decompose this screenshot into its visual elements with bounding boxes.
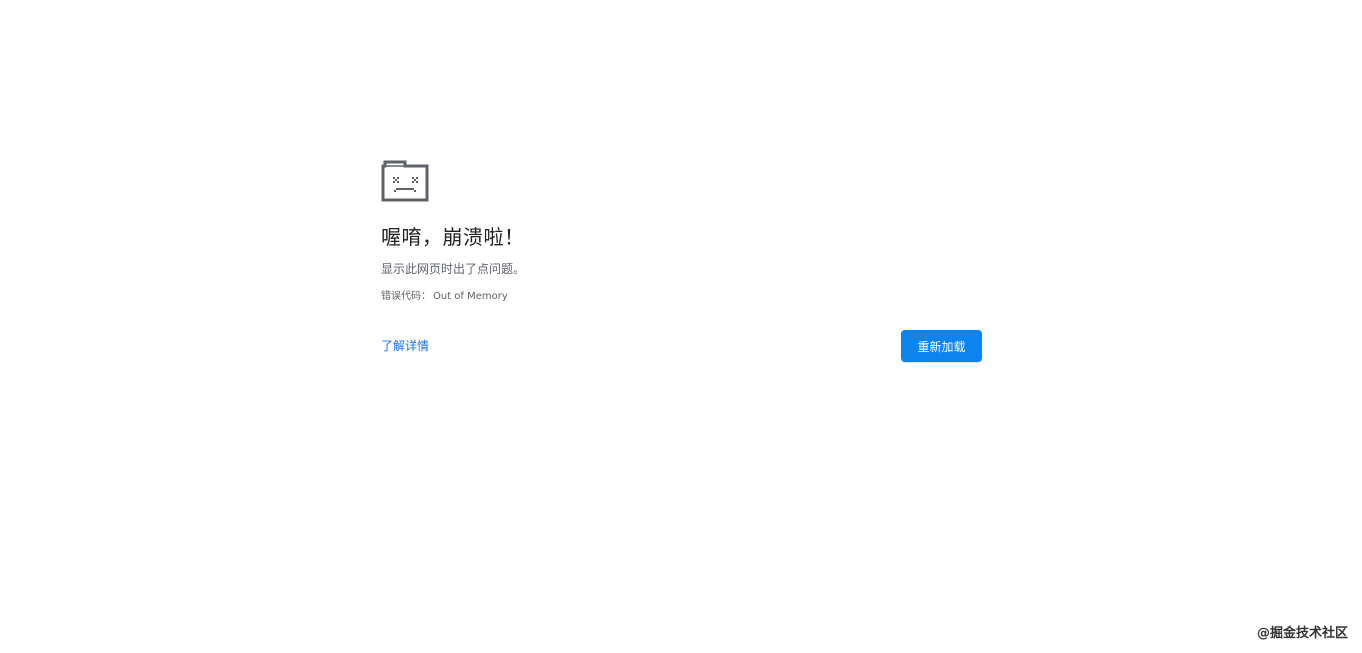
learn-more-link[interactable]: 了解详情 bbox=[381, 338, 429, 354]
page-title: 喔唷，崩溃啦！ bbox=[381, 225, 525, 249]
sad-tab-icon bbox=[381, 160, 429, 202]
crash-page: 喔唷，崩溃啦！ 显示此网页时出了点问题。 错误代码： Out of Memory … bbox=[0, 0, 1362, 653]
error-code-line: 错误代码： Out of Memory bbox=[381, 290, 982, 304]
crash-container: 喔唷，崩溃啦！ 显示此网页时出了点问题。 错误代码： Out of Memory … bbox=[381, 160, 982, 362]
reload-button[interactable]: 重新加载 bbox=[901, 330, 982, 362]
error-message: 显示此网页时出了点问题。 bbox=[381, 262, 526, 276]
watermark: @掘金技术社区 bbox=[1256, 626, 1348, 641]
actions-row: 了解详情 重新加载 bbox=[381, 330, 982, 362]
error-code-value: Out of Memory bbox=[433, 291, 508, 302]
error-code-label: 错误代码： bbox=[381, 291, 431, 302]
